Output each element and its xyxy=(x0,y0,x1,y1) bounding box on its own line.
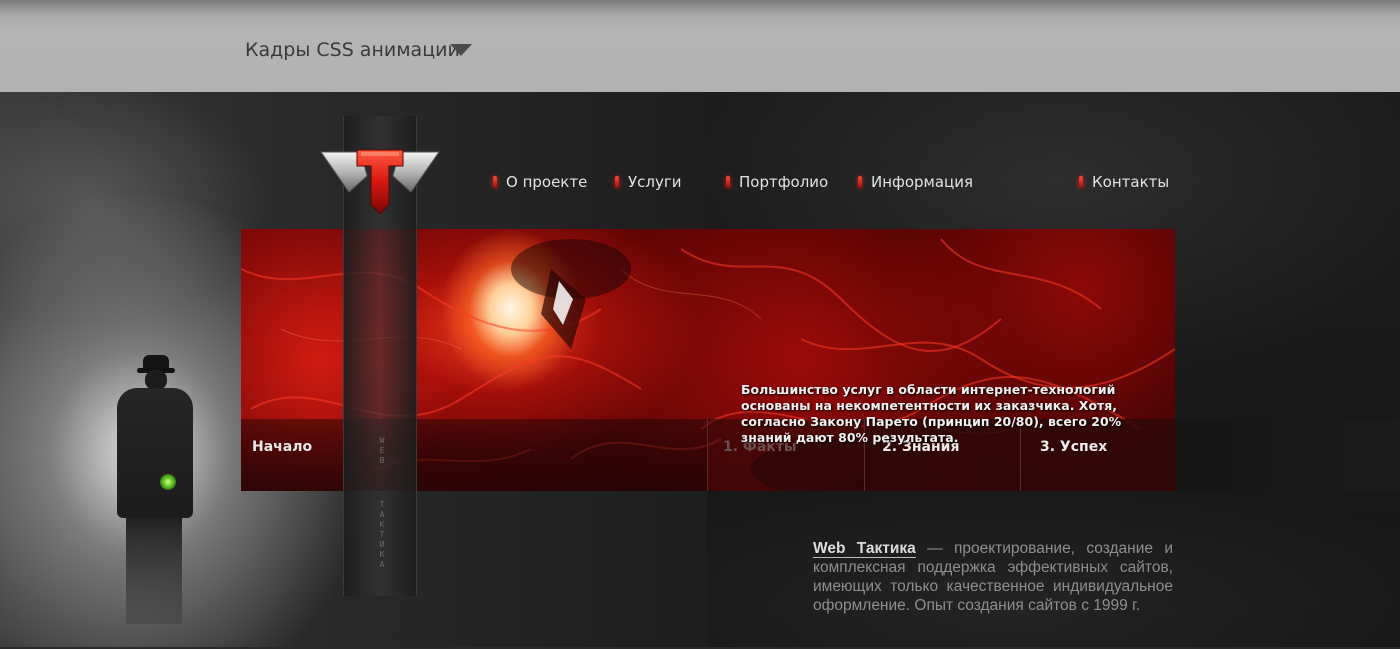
column-tactics-label: Т А К Т И К А xyxy=(379,500,385,569)
nav-item-about[interactable]: О проекте xyxy=(493,173,587,191)
nav-item-services[interactable]: Услуги xyxy=(615,173,681,191)
nav-item-label: Услуги xyxy=(628,173,682,191)
green-glow-icon xyxy=(160,474,176,490)
site-stage: W E B Т А К Т И К А Большинство услуг в … xyxy=(0,92,1400,649)
red-bullet-icon xyxy=(493,176,497,188)
nav-item-label: Портфолио xyxy=(739,173,829,191)
red-bullet-icon xyxy=(726,176,730,188)
nav-item-label: Информация xyxy=(871,173,974,191)
brand-link[interactable]: Web Тактика xyxy=(813,540,916,558)
coat-shape xyxy=(117,388,193,518)
silhouette-man-image xyxy=(112,354,198,624)
about-text: Web Тактика — проектирование, создание и… xyxy=(813,539,1173,615)
tab-start[interactable]: Начало xyxy=(241,419,707,491)
animation-frames-dropdown[interactable]: Кадры CSS анимации xyxy=(245,39,460,61)
red-bullet-icon xyxy=(858,176,862,188)
column-web-label: W E B xyxy=(379,436,385,465)
nav-item-label: О проекте xyxy=(506,173,588,191)
banner-message: Большинство услуг в области интернет-тех… xyxy=(741,382,1122,445)
top-bar: Кадры CSS анимации xyxy=(0,0,1400,92)
head-shape xyxy=(145,370,167,390)
tab-strip-filler xyxy=(1176,419,1400,491)
triangle-down-icon[interactable] xyxy=(450,44,472,56)
legs-shape xyxy=(126,514,182,624)
nav-item-information[interactable]: Информация xyxy=(858,173,973,191)
red-bullet-icon xyxy=(615,176,619,188)
nav-item-contacts[interactable]: Контакты xyxy=(1079,173,1169,191)
red-bullet-icon xyxy=(1079,176,1083,188)
nav-item-label: Контакты xyxy=(1092,173,1170,191)
tab-start-label: Начало xyxy=(252,439,313,455)
nav-item-portfolio[interactable]: Портфолио xyxy=(726,173,828,191)
tactics-t-logo-icon[interactable] xyxy=(319,146,441,218)
